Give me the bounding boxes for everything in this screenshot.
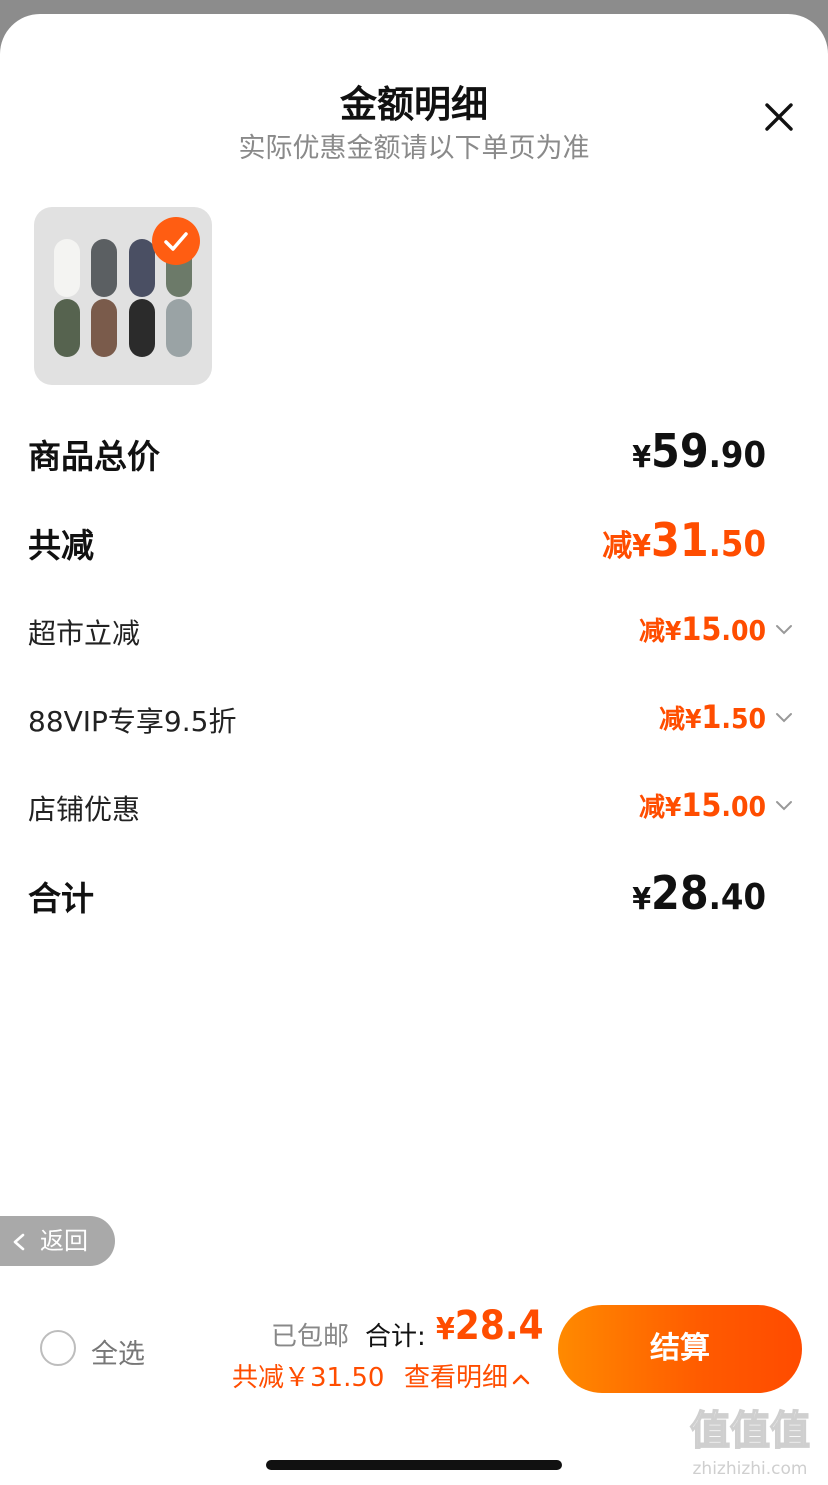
- bottom-discount-text: 共减￥31.50: [232, 1363, 385, 1393]
- select-all-radio[interactable]: [40, 1330, 76, 1366]
- sheet-subtitle: 实际优惠金额请以下单页为准: [238, 133, 590, 164]
- view-detail-link[interactable]: 查看明细: [404, 1357, 530, 1394]
- product-thumbnail[interactable]: [34, 207, 212, 385]
- check-icon: [164, 232, 188, 251]
- back-button[interactable]: 返回: [0, 1216, 115, 1266]
- select-all-label[interactable]: 全选: [91, 1332, 145, 1371]
- watermark-logo: 值值值: [690, 1408, 810, 1454]
- chevron-up-icon: [512, 1373, 530, 1384]
- site-watermark: 值值值 zhizhizhi.com: [689, 1407, 811, 1479]
- sum-amount: ¥28.40: [632, 866, 766, 920]
- total-discount-label: 共减: [28, 526, 94, 565]
- sheet-title: 金额明细: [340, 83, 488, 126]
- bottom-total-label: 合计:: [365, 1322, 426, 1352]
- discount-label: 88VIP专享9.5折: [28, 705, 237, 738]
- chevron-down-icon[interactable]: [774, 624, 794, 636]
- discount-amount: 减¥1.50: [659, 698, 766, 736]
- free-shipping-text: 已包邮: [271, 1322, 350, 1352]
- sum-label: 合计: [28, 879, 94, 918]
- bottom-total-value: ¥28.4: [436, 1303, 544, 1349]
- total-price-amount: ¥59.90: [632, 424, 766, 478]
- detail-sheet: 金额明细 实际优惠金额请以下单页为准 商品总价 ¥59.90 共减 减¥31.5…: [0, 14, 828, 1485]
- back-button-label: 返回: [40, 1227, 88, 1255]
- chevron-down-icon[interactable]: [774, 712, 794, 724]
- home-indicator: [266, 1460, 562, 1470]
- discount-label: 店铺优惠: [28, 793, 141, 826]
- selected-check-badge[interactable]: [152, 217, 200, 265]
- checkout-button[interactable]: 结算: [558, 1305, 802, 1393]
- discount-amount: 减¥15.00: [639, 610, 766, 648]
- close-icon: [765, 103, 793, 131]
- discount-label: 超市立减: [28, 617, 141, 650]
- chevron-down-icon[interactable]: [774, 800, 794, 812]
- chevron-left-icon: [13, 1233, 25, 1251]
- watermark-domain: zhizhizhi.com: [693, 1459, 808, 1479]
- discount-amount: 减¥15.00: [639, 786, 766, 824]
- close-button[interactable]: [758, 96, 800, 138]
- total-price-label: 商品总价: [28, 437, 160, 476]
- total-discount-amount: 减¥31.50: [602, 513, 766, 567]
